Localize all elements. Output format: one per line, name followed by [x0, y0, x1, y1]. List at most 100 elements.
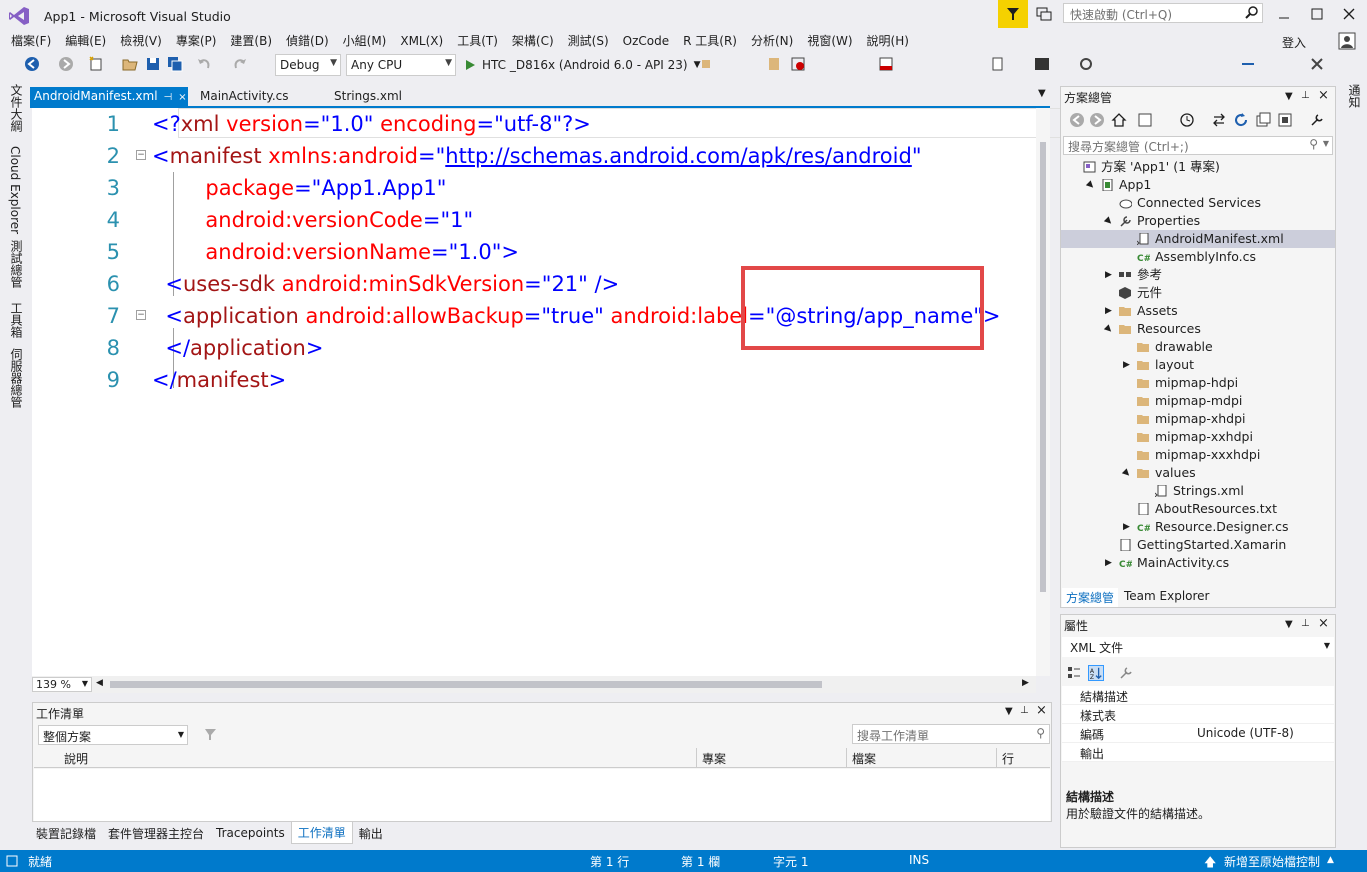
property-row[interactable]: 結構描述 — [1062, 686, 1334, 705]
bottom-tab-2[interactable]: Tracepoints — [210, 824, 291, 842]
tree-item[interactable]: AndroidManifest.xml — [1061, 230, 1335, 248]
toggle-icon[interactable] — [790, 56, 806, 72]
left-tab-3[interactable]: 工具箱 — [8, 302, 25, 338]
link-icon[interactable] — [1240, 56, 1256, 72]
menu-item-10[interactable]: 測試(S) — [561, 30, 616, 52]
code-line[interactable]: 1 <?xml version="1.0" encoding="utf-8"?> — [32, 108, 1036, 140]
tree-item[interactable]: AboutResources.txt — [1061, 500, 1335, 518]
save-all-icon[interactable] — [167, 56, 183, 72]
chevron-up-icon[interactable]: ▲ — [1327, 855, 1334, 865]
solution-platform-dropdown[interactable]: Any CPU ▼ — [346, 54, 456, 76]
pin-icon[interactable]: ⊥ — [1020, 705, 1029, 716]
menu-item-0[interactable]: 檔案(F) — [4, 30, 58, 52]
tree-item[interactable]: C# AssemblyInfo.cs — [1061, 248, 1335, 266]
left-tab-0[interactable]: 文件大綱 — [8, 84, 25, 132]
user-icon[interactable] — [1338, 32, 1356, 50]
redo-icon[interactable] — [232, 56, 248, 72]
collapse-all-icon[interactable] — [1255, 112, 1271, 128]
scrollbar-thumb[interactable] — [1040, 142, 1046, 592]
tree-item[interactable]: ▶ C# MainActivity.cs — [1061, 554, 1335, 572]
tree-item[interactable]: 方案 'App1' (1 專案) — [1061, 158, 1335, 176]
history-icon[interactable] — [1179, 112, 1195, 128]
menu-item-13[interactable]: 分析(N) — [744, 30, 800, 52]
show-all-files-icon[interactable] — [1277, 112, 1293, 128]
pin-icon[interactable]: ⊥ — [1301, 618, 1310, 629]
task-list-body[interactable] — [34, 769, 1050, 821]
sync-icon[interactable] — [1211, 112, 1227, 128]
property-row[interactable]: 樣式表 — [1062, 705, 1334, 724]
left-tab-1[interactable]: Cloud Explorer — [8, 146, 22, 234]
left-tab-4[interactable]: 伺服器總管 — [8, 348, 25, 408]
bottom-tab-4[interactable]: 輸出 — [353, 823, 389, 844]
alphabetical-icon[interactable]: AZ — [1088, 665, 1104, 681]
task-scope-dropdown[interactable]: 整個方案 ▼ — [38, 725, 188, 745]
sign-in-link[interactable]: 登入 — [1282, 34, 1306, 51]
scrollbar-thumb[interactable] — [110, 681, 822, 688]
tree-item[interactable]: mipmap-xxhdpi — [1061, 428, 1335, 446]
maximize-button[interactable] — [1305, 4, 1329, 24]
menu-item-3[interactable]: 專案(P) — [169, 30, 224, 52]
wrench-icon[interactable] — [1309, 112, 1325, 128]
pin-icon[interactable]: ⊥ — [1301, 90, 1310, 101]
close-all-icon[interactable] — [1309, 56, 1325, 72]
collapse-icon[interactable]: − — [136, 310, 146, 320]
forward-icon[interactable] — [58, 56, 74, 72]
properties-object-dropdown[interactable]: XML 文件 ▼ — [1062, 637, 1334, 657]
chevron-down-icon[interactable]: ▼ — [1005, 706, 1013, 717]
tree-item[interactable]: mipmap-hdpi — [1061, 374, 1335, 392]
open-file-icon[interactable] — [122, 56, 138, 72]
chevron-down-icon[interactable]: ▼ — [1285, 91, 1293, 102]
column-project[interactable]: 專案 — [702, 750, 726, 767]
chevron-down-icon[interactable]: ▼ — [1038, 88, 1046, 99]
editor-vertical-scrollbar[interactable] — [1036, 108, 1050, 676]
solution-search-input[interactable]: 搜尋方案總管 (Ctrl+;) ⚲ ▼ — [1063, 136, 1333, 155]
bottom-tab-0[interactable]: 裝置記錄檔 — [30, 823, 102, 844]
column-divider[interactable] — [996, 748, 997, 768]
close-icon[interactable]: × — [178, 92, 186, 103]
menu-item-2[interactable]: 檢視(V) — [113, 30, 169, 52]
tree-item[interactable]: ▲ Properties — [1061, 212, 1335, 230]
close-icon[interactable]: × — [1318, 616, 1329, 631]
tree-item[interactable]: ▶ Assets — [1061, 302, 1335, 320]
quick-launch-input[interactable]: 快速啟動 (Ctrl+Q) — [1063, 3, 1263, 23]
tab-strings[interactable]: Strings.xml — [330, 87, 406, 106]
zoom-dropdown[interactable]: 139 % ▼ — [32, 677, 92, 692]
start-debugging-button[interactable]: HTC _D816x (Android 6.0 - API 23) ▼ — [464, 56, 701, 74]
collapsed-arrow-icon[interactable]: ▶ — [1105, 302, 1112, 320]
collapsed-arrow-icon[interactable]: ▶ — [1105, 266, 1112, 284]
back-icon[interactable] — [1069, 112, 1085, 128]
column-divider[interactable] — [846, 748, 847, 768]
column-description[interactable]: 說明 — [64, 750, 88, 767]
tab-android-manifest[interactable]: AndroidManifest.xml ⊣ × — [30, 87, 188, 106]
menu-item-12[interactable]: R 工具(R) — [676, 30, 744, 52]
menu-item-1[interactable]: 編輯(E) — [58, 30, 113, 52]
tab-team-explorer[interactable]: Team Explorer — [1120, 588, 1214, 604]
menu-item-5[interactable]: 偵錯(D) — [279, 30, 336, 52]
collapsed-arrow-icon[interactable]: ▶ — [1105, 554, 1112, 572]
tree-item[interactable]: 元件 — [1061, 284, 1335, 302]
menu-item-4[interactable]: 建置(B) — [223, 30, 279, 52]
task-search-input[interactable]: 搜尋工作清單 ⚲ — [852, 724, 1050, 744]
scroll-left-icon[interactable]: ◀ — [96, 678, 103, 688]
menu-item-9[interactable]: 架構(C) — [505, 30, 561, 52]
tree-item[interactable]: ▲ Resources — [1061, 320, 1335, 338]
feedback-icon[interactable] — [1035, 6, 1053, 22]
collapsed-arrow-icon[interactable]: ▶ — [1123, 518, 1130, 536]
tree-item[interactable]: mipmap-xhdpi — [1061, 410, 1335, 428]
code-line[interactable]: 9 </manifest> — [32, 364, 1036, 396]
gear-icon[interactable] — [1078, 56, 1094, 72]
tree-item[interactable]: mipmap-xxxhdpi — [1061, 446, 1335, 464]
pin-icon[interactable]: ⊣ — [164, 92, 173, 103]
property-value[interactable]: Unicode (UTF-8) — [1197, 726, 1294, 740]
left-tab-2[interactable]: 測試總管 — [8, 240, 25, 288]
property-pages-icon[interactable] — [1118, 665, 1134, 681]
collapsed-arrow-icon[interactable]: ▶ — [1123, 356, 1130, 374]
menu-item-15[interactable]: 說明(H) — [860, 30, 916, 52]
categorized-icon[interactable] — [1066, 665, 1082, 681]
home-icon[interactable] — [1111, 112, 1127, 128]
expanded-arrow-icon[interactable]: ▲ — [1100, 320, 1118, 338]
column-line[interactable]: 行 — [1002, 750, 1014, 767]
terminal-icon[interactable] — [1034, 56, 1050, 72]
notifications-tab[interactable]: 通知 — [1346, 84, 1363, 108]
editor-horizontal-scrollbar[interactable]: 139 % ▼ ◀ ▶ — [32, 676, 1036, 693]
